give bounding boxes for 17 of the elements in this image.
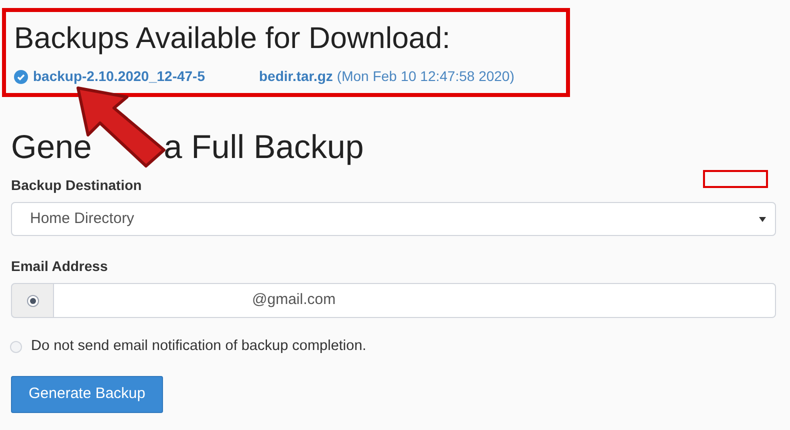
backup-date: (Mon Feb 10 12:47:58 2020) [336, 67, 514, 86]
generate-backup-button[interactable]: Generate Backup [11, 376, 163, 413]
destination-select[interactable]: Home Directory [11, 202, 776, 236]
option-label: Do not send email notification of backup completion. [31, 337, 366, 356]
field-label: Backup Destination [11, 176, 142, 195]
check-circle-icon [14, 70, 28, 84]
radio-button[interactable] [26, 294, 38, 306]
section-title: a Full Backup [164, 127, 364, 167]
email-field[interactable]: @gmail.com [54, 283, 776, 318]
section-title: Gene [11, 127, 92, 167]
field-label: Email Address [11, 257, 108, 276]
caret-icon [759, 216, 766, 222]
highlight-frame [703, 170, 768, 188]
radio-button[interactable] [10, 340, 22, 353]
backup-link[interactable]: backup-2.10.2020_12-47-5 [33, 66, 259, 87]
section-title: Backups Available for Download: [14, 21, 452, 57]
backup-link[interactable]: bedir.tar.gz [259, 66, 333, 87]
